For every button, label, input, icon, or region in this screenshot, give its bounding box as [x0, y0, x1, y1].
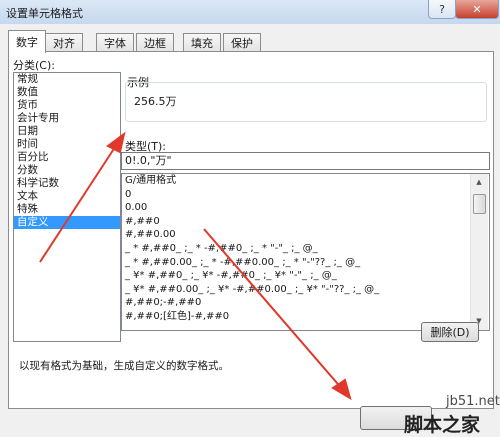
format-item[interactable]: #,##0	[122, 215, 489, 229]
format-item[interactable]: #,##0.00	[122, 228, 489, 242]
category-list[interactable]: 常规 数值 货币 会计专用 日期 时间 百分比 分数 科学记数 文本 特殊 自定…	[13, 72, 121, 342]
scroll-thumb[interactable]	[473, 194, 486, 214]
format-item[interactable]: _ ¥* #,##0.00_ ;_ ¥* -#,##0.00_ ;_ ¥* "-…	[122, 283, 489, 297]
title-bar: 设置单元格格式 ? ✕	[0, 0, 500, 24]
category-item-selected[interactable]: 自定义	[14, 216, 120, 229]
format-item[interactable]: 0	[122, 188, 489, 202]
category-item[interactable]: 会计专用	[14, 112, 120, 125]
category-label: 分类(C):	[13, 59, 55, 72]
sample-group: 256.5万	[125, 82, 487, 122]
tab-number[interactable]: 数字	[8, 30, 46, 53]
type-input[interactable]: 0!.0,"万"	[121, 152, 490, 170]
category-item[interactable]: 货币	[14, 99, 120, 112]
number-tab-panel: 分类(C): 常规 数值 货币 会计专用 日期 时间 百分比 分数 科学记数 文…	[8, 51, 494, 409]
category-item[interactable]: 常规	[14, 73, 120, 86]
description-text: 以现有格式为基础，生成自定义的数字格式。	[19, 360, 229, 372]
help-button[interactable]: ?	[428, 0, 456, 19]
delete-button[interactable]: 删除(D)	[421, 322, 479, 342]
category-item[interactable]: 时间	[14, 138, 120, 151]
format-item[interactable]: G/通用格式	[122, 174, 489, 188]
tab-border[interactable]: 边框	[136, 33, 174, 52]
window-title: 设置单元格格式	[6, 7, 83, 20]
scroll-up-icon[interactable]: ▲	[471, 174, 487, 190]
sample-value: 256.5万	[134, 95, 177, 108]
format-cells-dialog: 数字 对齐 字体 边框 填充 保护 分类(C): 常规 数值 货币 会计专用 日…	[0, 24, 500, 436]
category-item[interactable]: 百分比	[14, 151, 120, 164]
tab-fill[interactable]: 填充	[183, 33, 221, 52]
category-item[interactable]: 文本	[14, 190, 120, 203]
format-item[interactable]: #,##0;-#,##0	[122, 296, 489, 310]
tab-font[interactable]: 字体	[96, 33, 134, 52]
category-item[interactable]: 分数	[14, 164, 120, 177]
format-list-scrollbar[interactable]: ▲ ▼	[470, 174, 488, 330]
format-item[interactable]: _ ¥* #,##0_ ;_ ¥* -#,##0_ ;_ ¥* "-"_ ;_ …	[122, 269, 489, 283]
category-item[interactable]: 科学记数	[14, 177, 120, 190]
watermark-site: jb51.net	[446, 394, 500, 409]
tab-alignment[interactable]: 对齐	[45, 33, 83, 52]
watermark-name: 脚本之家	[404, 414, 481, 436]
category-item[interactable]: 日期	[14, 125, 120, 138]
format-item[interactable]: 0.00	[122, 201, 489, 215]
category-item[interactable]: 特殊	[14, 203, 120, 216]
format-item[interactable]: _ * #,##0.00_ ;_ * -#,##0.00_ ;_ * "-"??…	[122, 256, 489, 270]
tab-protection[interactable]: 保护	[223, 33, 261, 52]
close-button[interactable]: ✕	[455, 0, 499, 19]
category-item[interactable]: 数值	[14, 86, 120, 99]
format-list[interactable]: G/通用格式 0 0.00 #,##0 #,##0.00 _ * #,##0_ …	[121, 173, 490, 331]
format-item[interactable]: _ * #,##0_ ;_ * -#,##0_ ;_ * "-"_ ;_ @_	[122, 242, 489, 256]
